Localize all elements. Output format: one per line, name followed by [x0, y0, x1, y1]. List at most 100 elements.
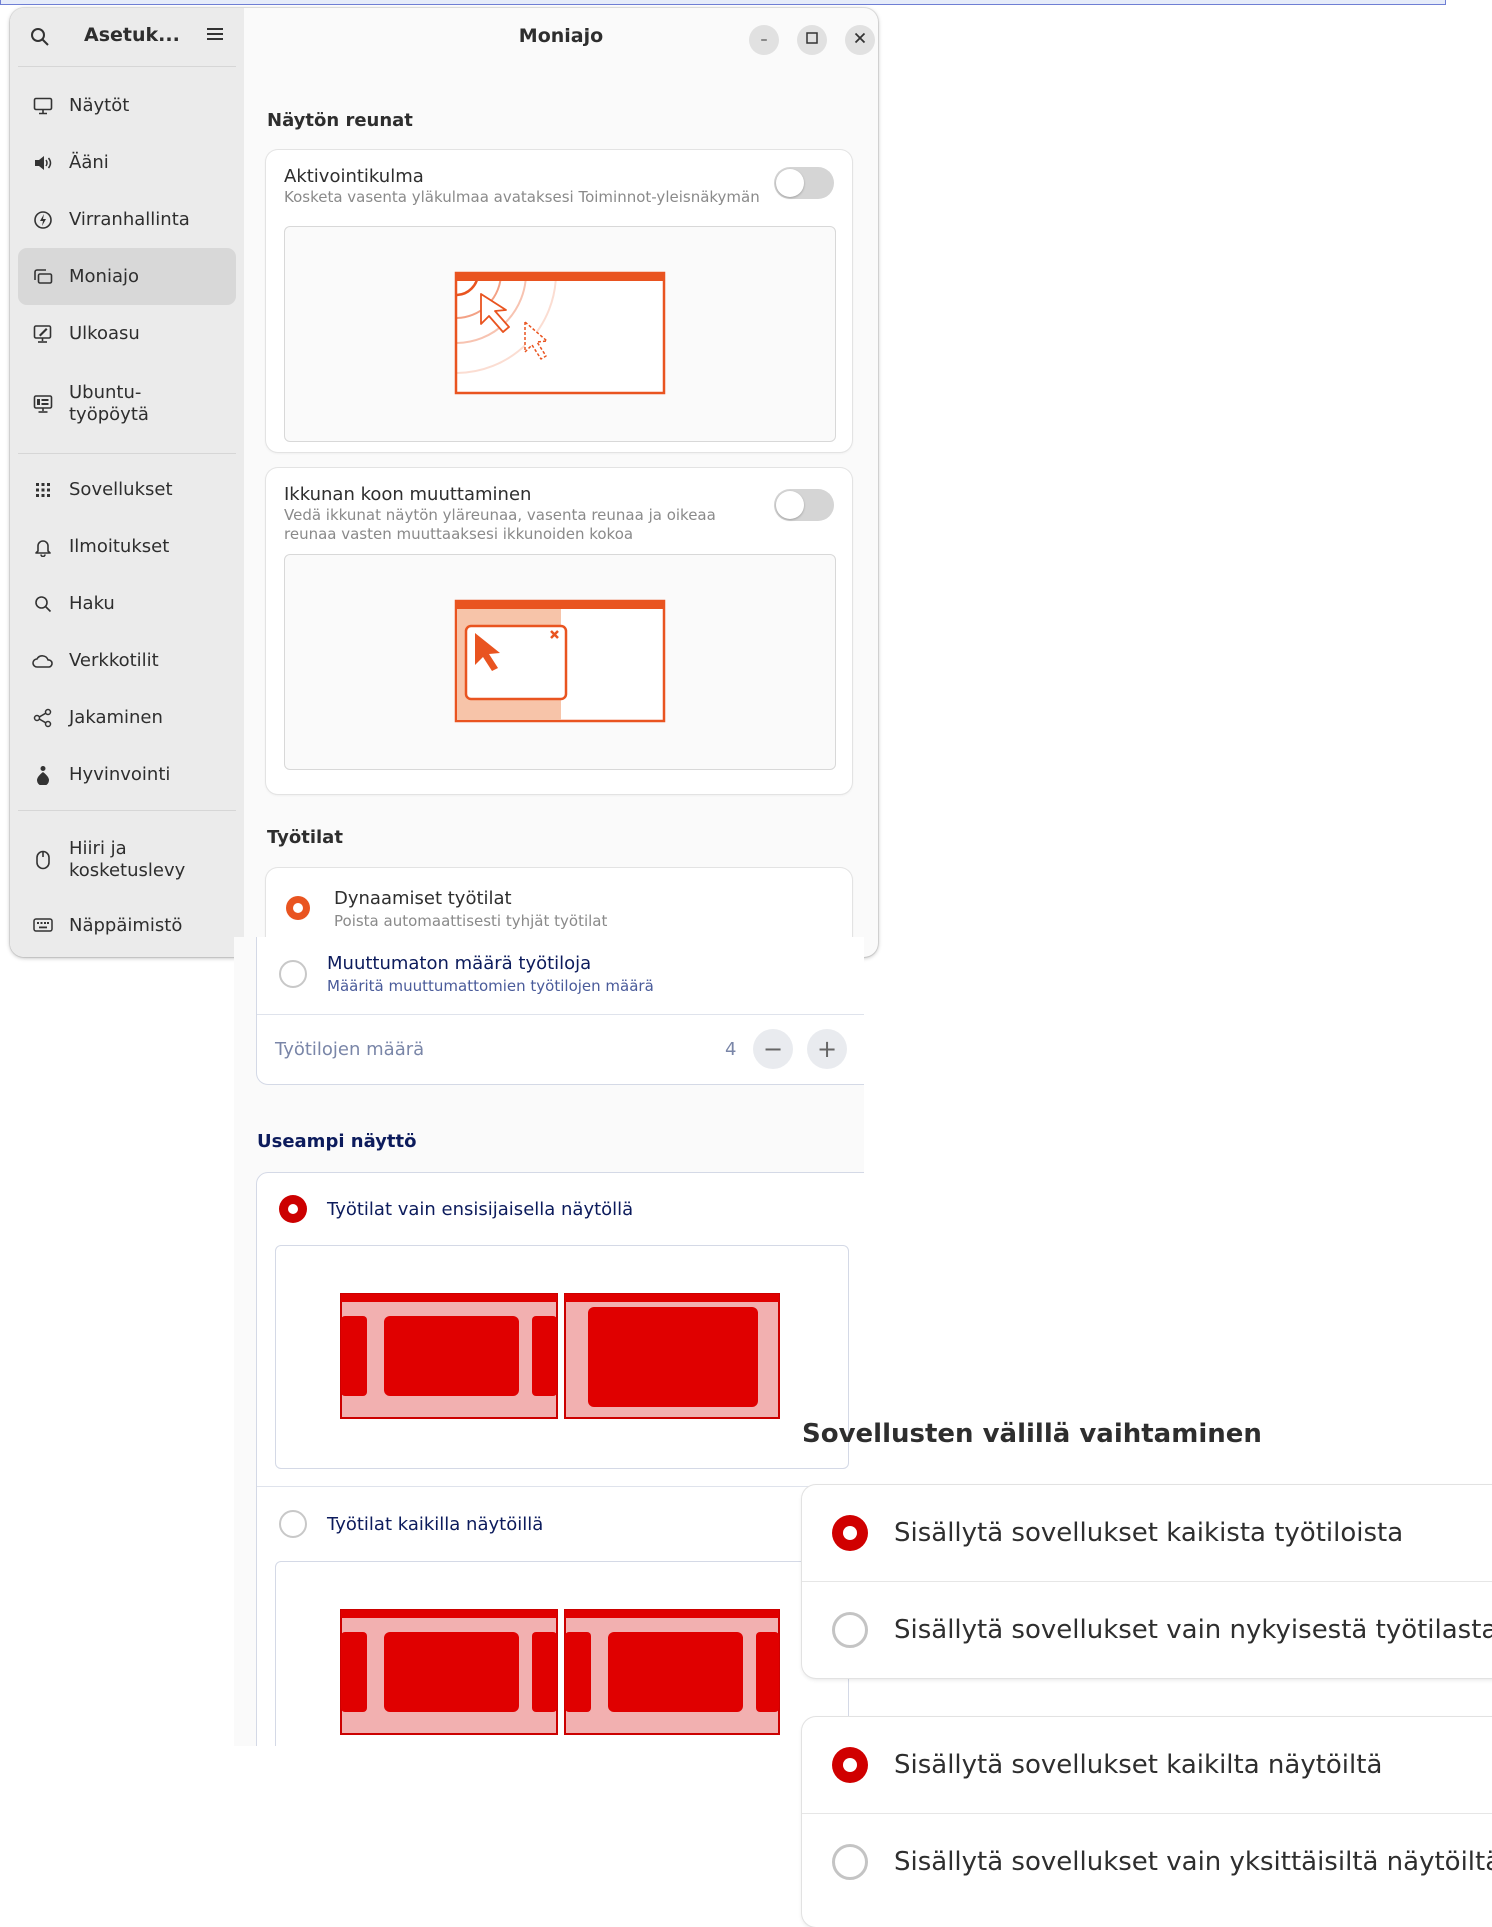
sidebar-item-label: Virranhallinta: [69, 209, 190, 230]
window-resize-subtitle: Vedä ikkunat näytön yläreunaa, vasenta r…: [284, 506, 716, 543]
sidebar-item-label: Sovellukset: [69, 479, 173, 500]
sidebar-item-label: Moniajo: [69, 266, 139, 287]
sidebar-item-keyboard[interactable]: Näppäimistö: [18, 902, 236, 948]
ubuntu-desktop-icon: [32, 393, 54, 415]
sidebar-item-displays[interactable]: Näytöt: [18, 77, 236, 134]
sidebar-item-label: Hyvinvointi: [69, 764, 171, 785]
minimize-icon: –: [760, 32, 768, 48]
sidebar-title: Asetuk...: [84, 24, 180, 46]
sidebar-item-multitasking[interactable]: Moniajo: [18, 248, 236, 305]
multitasking-icon: [32, 266, 54, 288]
apps-current-workspace-radio[interactable]: [832, 1612, 868, 1648]
sidebar-nav: Näytöt Ääni Virranhallinta Moniajo Ulkoa…: [10, 67, 244, 948]
close-button[interactable]: [845, 25, 875, 55]
fixed-workspaces-title: Muuttumaton määrä työtiloja: [327, 953, 592, 974]
section-heading-app-switching: Sovellusten välillä vaihtaminen: [802, 1419, 1262, 1449]
sidebar-item-mouse-touchpad[interactable]: Hiiri ja kosketuslevy: [18, 818, 236, 902]
apps-current-workspace-row[interactable]: Sisällytä sovellukset vain nykyisestä ty…: [802, 1582, 1492, 1678]
increment-button[interactable]: +: [807, 1029, 847, 1069]
multi-monitor-card: Työtilat vain ensisijaisella näytöllä Ty…: [256, 1172, 864, 1746]
apps-single-monitor-label: Sisällytä sovellukset vain yksittäisiltä…: [894, 1847, 1492, 1877]
fixed-workspaces-radio[interactable]: [279, 960, 307, 988]
apps-single-monitor-radio[interactable]: [832, 1844, 868, 1880]
section-heading-screen-edges: Näytön reunat: [267, 110, 413, 131]
power-icon: [32, 209, 54, 231]
sidebar-item-label: Ulkoasu: [69, 323, 140, 344]
sidebar-item-sharing[interactable]: Jakaminen: [18, 689, 236, 746]
dynamic-workspaces-radio[interactable]: [286, 896, 310, 920]
hot-corner-subtitle: Kosketa vasenta yläkulmaa avataksesi Toi…: [284, 188, 760, 206]
hot-corner-title: Aktivointikulma: [284, 166, 424, 187]
hot-corner-toggle[interactable]: [774, 167, 834, 199]
window-resize-title: Ikkunan koon muuttaminen: [284, 484, 532, 505]
share-icon: [32, 707, 54, 729]
all-displays-label: Työtilat kaikilla näytöillä: [327, 1513, 544, 1535]
sidebar-item-label: Jakaminen: [69, 707, 163, 728]
sidebar-item-notifications[interactable]: Ilmoitukset: [18, 518, 236, 575]
window-resize-toggle[interactable]: [774, 489, 834, 521]
apps-all-monitors-row[interactable]: Sisällytä sovellukset kaikilta näytöiltä: [802, 1717, 1492, 1813]
app-switching-workspace-card: Sisällytä sovellukset kaikista työtilois…: [802, 1485, 1492, 1678]
display-icon: [32, 95, 54, 117]
sidebar-item-ubuntu-desktop[interactable]: Ubuntu- työpöytä: [18, 362, 236, 446]
primary-display-only-radio[interactable]: [279, 1195, 307, 1223]
sidebar-header: Asetuk...: [10, 8, 244, 66]
fixed-workspaces-card: Muuttumaton määrä työtiloja Määritä muut…: [256, 937, 864, 1085]
dynamic-workspaces-title: Dynaamiset työtilat: [334, 888, 512, 909]
sidebar-item-sound[interactable]: Ääni: [18, 134, 236, 191]
sidebar-item-label: Haku: [69, 593, 115, 614]
sidebar: Asetuk... Näytöt Ääni Virranhallinta Mon…: [10, 8, 244, 957]
search-icon[interactable]: [30, 27, 50, 51]
sidebar-item-power[interactable]: Virranhallinta: [18, 191, 236, 248]
workspace-count-row: Työtilojen määrä 4 − +: [257, 1015, 864, 1083]
fixed-workspaces-subtitle: Määritä muuttumattomien työtilojen määrä: [327, 977, 654, 995]
hot-corner-card: Aktivointikulma Kosketa vasenta yläkulma…: [266, 150, 852, 452]
apps-all-workspaces-label: Sisällytä sovellukset kaikista työtilois…: [894, 1518, 1404, 1548]
app-switching-monitor-card: Sisällytä sovellukset kaikilta näytöiltä…: [802, 1717, 1492, 1927]
cloud-icon: [32, 650, 54, 672]
primary-display-illustration: [275, 1245, 849, 1469]
primary-display-only-row[interactable]: Työtilat vain ensisijaisella näytöllä: [257, 1173, 864, 1245]
sidebar-item-wellbeing[interactable]: Hyvinvointi: [18, 746, 236, 803]
sidebar-item-appearance[interactable]: Ulkoasu: [18, 305, 236, 362]
sidebar-item-label: Näppäimistö: [69, 914, 183, 936]
sidebar-item-label: Ubuntu- työpöytä: [69, 382, 149, 425]
sidebar-item-search[interactable]: Haku: [18, 575, 236, 632]
fixed-workspaces-row[interactable]: Muuttumaton määrä työtiloja Määritä muut…: [257, 937, 864, 1011]
content-pane: Moniajo – Näytön reunat Aktivointikulma …: [244, 8, 878, 957]
apps-all-monitors-radio[interactable]: [832, 1747, 868, 1783]
sidebar-item-apps[interactable]: Sovellukset: [18, 461, 236, 518]
app-switching-panel: Sovellusten välillä vaihtaminen Sisällyt…: [780, 1405, 1492, 1927]
close-icon: [854, 32, 866, 48]
all-displays-illustration: [275, 1561, 849, 1746]
sidebar-item-label: Näytöt: [69, 95, 130, 116]
mouse-icon: [32, 849, 54, 871]
all-displays-radio[interactable]: [279, 1510, 307, 1538]
apps-all-workspaces-row[interactable]: Sisällytä sovellukset kaikista työtilois…: [802, 1485, 1492, 1581]
speaker-icon: [32, 152, 54, 174]
section-heading-multi-monitor: Useampi näyttö: [257, 1131, 417, 1152]
window-resize-card: Ikkunan koon muuttaminen Vedä ikkunat nä…: [266, 468, 852, 794]
appearance-icon: [32, 323, 54, 345]
sidebar-item-label: Ääni: [69, 152, 109, 173]
sidebar-item-label: Hiiri ja kosketuslevy: [69, 838, 186, 881]
bell-icon: [32, 536, 54, 558]
sidebar-item-online-accounts[interactable]: Verkkotilit: [18, 632, 236, 689]
apps-single-monitor-row[interactable]: Sisällytä sovellukset vain yksittäisiltä…: [802, 1814, 1492, 1910]
hamburger-menu-icon[interactable]: [206, 25, 224, 47]
primary-display-only-label: Työtilat vain ensisijaisella näytöllä: [327, 1198, 634, 1220]
apps-grid-icon: [32, 479, 54, 501]
workspaces-detail-panel: Muuttumaton määrä työtiloja Määritä muut…: [234, 937, 864, 1746]
search-icon: [32, 593, 54, 615]
wellbeing-icon: [32, 764, 54, 786]
dynamic-workspaces-subtitle: Poista automaattisesti tyhjät työtilat: [334, 912, 608, 930]
top-selection-bar: [0, 0, 1446, 5]
decrement-button[interactable]: −: [753, 1029, 793, 1069]
apps-all-workspaces-radio[interactable]: [832, 1515, 868, 1551]
workspace-count-value: 4: [725, 1038, 737, 1060]
sidebar-divider: [18, 453, 236, 454]
minimize-button[interactable]: –: [749, 25, 779, 55]
hot-corner-illustration: [284, 226, 836, 442]
maximize-button[interactable]: [797, 25, 827, 55]
all-displays-row[interactable]: Työtilat kaikilla näytöillä: [257, 1487, 864, 1561]
